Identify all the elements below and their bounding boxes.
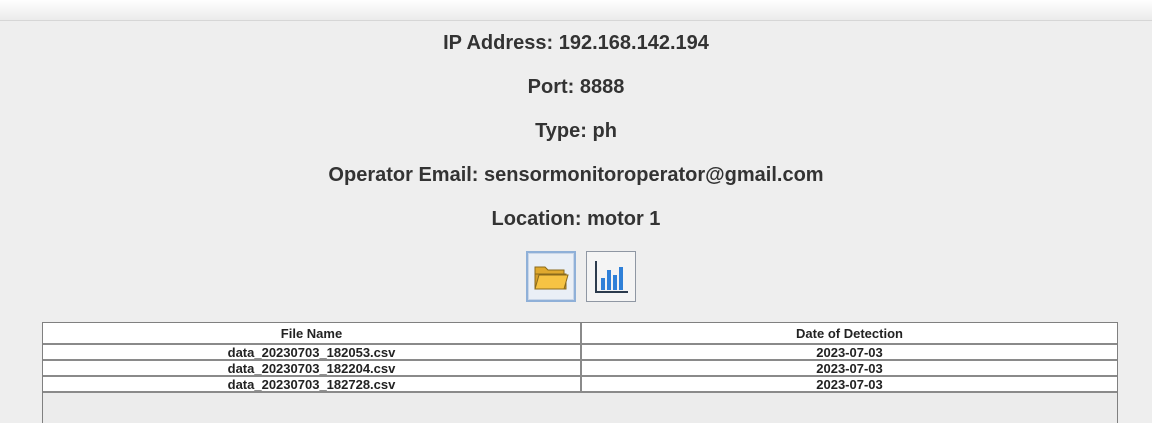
file-name-cell[interactable]: data_20230703_182053.csv <box>43 343 582 361</box>
column-header-file-name[interactable]: File Name <box>43 323 582 345</box>
type-label: Type: ph <box>535 120 617 142</box>
file-name-cell[interactable]: data_20230703_182728.csv <box>43 376 582 393</box>
table-row[interactable]: data_20230703_182204.csv 2023-07-03 <box>43 360 1117 377</box>
table-row[interactable]: data_20230703_182728.csv 2023-07-03 <box>43 376 1117 393</box>
ip-address-label: IP Address: 192.168.142.194 <box>443 32 709 54</box>
table-header-row: File Name Date of Detection <box>43 323 1117 345</box>
table-row[interactable]: data_20230703_182053.csv 2023-07-03 <box>43 343 1117 361</box>
column-header-date-of-detection[interactable]: Date of Detection <box>581 323 1117 345</box>
file-table: File Name Date of Detection data_2023070… <box>42 322 1118 423</box>
file-name-cell[interactable]: data_20230703_182204.csv <box>43 360 582 377</box>
bar-chart-icon <box>595 260 628 293</box>
operator-email-label: Operator Email: sensormonitoroperator@gm… <box>328 164 824 186</box>
window-top-bar <box>0 0 1152 21</box>
date-cell[interactable]: 2023-07-03 <box>581 360 1117 377</box>
chart-button[interactable] <box>586 251 636 302</box>
open-folder-button[interactable] <box>526 251 576 302</box>
folder-open-icon <box>534 266 569 289</box>
date-cell[interactable]: 2023-07-03 <box>581 376 1117 393</box>
port-label: Port: 8888 <box>527 76 625 98</box>
date-cell[interactable]: 2023-07-03 <box>581 343 1117 361</box>
location-label: Location: motor 1 <box>491 208 661 230</box>
